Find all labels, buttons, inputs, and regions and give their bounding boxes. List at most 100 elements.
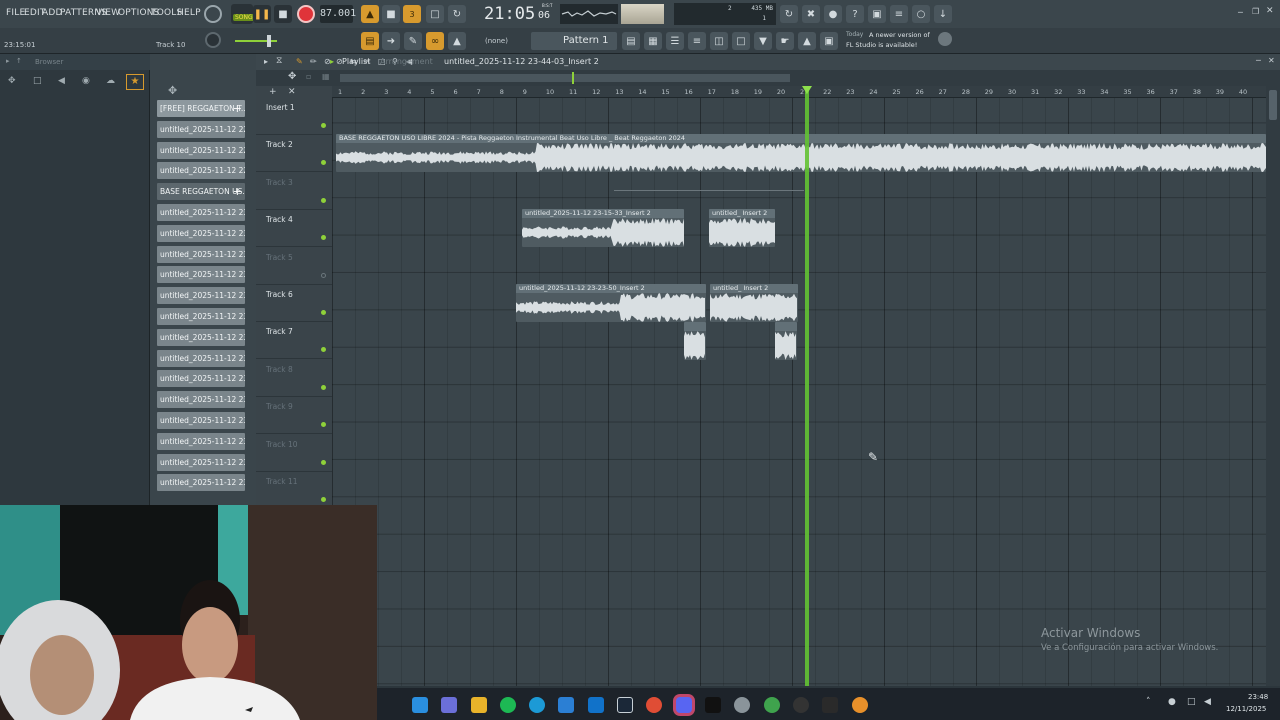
playlist-grid[interactable]: BASE REGGAETON USO LIBRE 2024 - Pista Re… xyxy=(332,86,1266,686)
clip-list-item[interactable]: untitled_2025-11-12 23-... xyxy=(157,453,245,471)
track-row[interactable]: Insert 1 xyxy=(256,98,332,135)
volume-icon[interactable]: ◀ xyxy=(1204,697,1211,707)
track-row[interactable]: Track 5 xyxy=(256,248,332,285)
track-mute-led[interactable] xyxy=(321,384,326,390)
taskbar-time[interactable]: 23:48 xyxy=(1248,693,1268,701)
browser-file-icon[interactable]: □ xyxy=(33,76,42,86)
edge-icon[interactable] xyxy=(529,697,545,713)
clip-list-item[interactable]: BASE REGGAETON US... + xyxy=(157,183,245,201)
clip-t6b[interactable]: untitled_ Insert 2 xyxy=(710,284,798,322)
clip-list-item[interactable]: untitled_2025-11-12 23-... xyxy=(157,328,245,346)
paint-tool-icon[interactable]: ✏ xyxy=(310,57,317,66)
track-name[interactable]: Insert 1 xyxy=(266,103,295,112)
channel-rack-icon[interactable]: ☰ xyxy=(666,32,684,50)
clip-list-item[interactable]: untitled_2025-11-12 23-... xyxy=(157,370,245,388)
mixer-icon[interactable]: ≡ xyxy=(890,5,908,23)
track-mute-led[interactable] xyxy=(321,272,326,278)
track-name[interactable]: Track 7 xyxy=(266,327,293,336)
add-clip-icon[interactable]: + xyxy=(233,183,242,200)
tiktok-icon[interactable] xyxy=(705,697,721,713)
epic-games-icon[interactable] xyxy=(822,697,838,713)
time-display[interactable]: 21:05 06 B:S:T xyxy=(480,2,555,26)
start-icon[interactable] xyxy=(412,697,428,713)
arrow-right-icon[interactable]: ➜ xyxy=(382,32,400,50)
pencil-icon[interactable]: ✎ xyxy=(404,32,422,50)
track-mute-led[interactable] xyxy=(321,197,326,203)
track-mute-led[interactable] xyxy=(321,310,326,315)
playlist-minimize-icon[interactable]: ─ xyxy=(1256,56,1261,65)
master-pitch-slider[interactable] xyxy=(235,35,277,47)
clip-list-item[interactable]: untitled_2025-11-12 23-... xyxy=(157,349,245,367)
scrollbar-thumb[interactable] xyxy=(1269,90,1277,120)
snap-none-label[interactable]: (none) xyxy=(485,37,508,45)
microphone-tray-icon[interactable]: ● xyxy=(1168,697,1176,707)
play-button[interactable]: ❚❚ xyxy=(253,5,271,23)
fl-studio-taskbar-icon[interactable] xyxy=(852,697,868,713)
track-mute-led[interactable] xyxy=(321,123,326,128)
download-icon[interactable]: ↓ xyxy=(934,5,952,23)
track-name[interactable]: Track 8 xyxy=(266,365,293,374)
browser-menu-icon[interactable]: ▸ xyxy=(6,57,10,65)
chat-icon[interactable]: ○ xyxy=(912,5,930,23)
taskbar-date[interactable]: 12/11/2025 xyxy=(1226,705,1266,713)
hat-icon[interactable]: ▲ xyxy=(798,32,816,50)
track-mute-led[interactable] xyxy=(321,347,326,353)
microphone-icon[interactable]: ● xyxy=(824,5,842,23)
timeline-ruler[interactable]: 1234567891011121314151617181920212223242… xyxy=(332,86,1266,98)
track-mute-led[interactable] xyxy=(321,422,326,428)
outlook-icon[interactable] xyxy=(588,697,604,713)
browser-expand-icon[interactable]: ✥ xyxy=(8,76,16,86)
track-row[interactable]: Track 8 xyxy=(256,360,332,397)
track-mute-led[interactable] xyxy=(321,459,326,465)
playlist-close-icon[interactable]: ✕ xyxy=(1268,56,1275,65)
close-icon[interactable]: ✕ xyxy=(1266,6,1274,16)
mixer-view-icon[interactable]: ≡ xyxy=(688,32,706,50)
chrome-profile-icon[interactable] xyxy=(764,697,780,713)
metronome-icon[interactable]: ▲ xyxy=(361,5,379,23)
playhead[interactable] xyxy=(805,86,809,686)
slider-handle[interactable] xyxy=(267,35,271,47)
app-icon[interactable] xyxy=(793,697,809,713)
clip-list-item[interactable]: untitled_2025-11-12 23-... xyxy=(157,432,245,450)
playlist-magnet-icon[interactable]: ⧖ xyxy=(276,56,282,66)
record-button[interactable] xyxy=(297,5,315,23)
store-app-icon[interactable] xyxy=(558,697,574,713)
track-name[interactable]: Track 11 xyxy=(266,477,298,486)
step-edit-icon[interactable]: □ xyxy=(426,5,444,23)
track-row[interactable]: Track 11 xyxy=(256,472,332,509)
browser-plugin-icon[interactable]: ◉ xyxy=(82,76,90,86)
clip-beat[interactable]: BASE REGGAETON USO LIBRE 2024 - Pista Re… xyxy=(336,134,1266,172)
clip-list-item[interactable]: untitled_2025-11-12 23-... xyxy=(157,287,245,305)
clip-list-item[interactable]: untitled_2025-11-12 22-... xyxy=(157,141,245,159)
pattern-song-toggle[interactable]: SONG xyxy=(231,4,255,24)
chrome-icon[interactable] xyxy=(646,697,662,713)
overview-move-icon[interactable]: ✥ xyxy=(288,71,296,82)
spotify-icon[interactable] xyxy=(500,697,516,713)
menu-file[interactable]: FILE xyxy=(6,8,25,18)
loop-record-icon[interactable]: ↻ xyxy=(448,5,466,23)
wait-input-icon[interactable]: ■ xyxy=(382,5,400,23)
draw-tool-icon[interactable]: ✎ xyxy=(296,57,303,66)
clip-list-item[interactable]: untitled_2025-11-12 23-... xyxy=(157,204,245,221)
tray-chevron-icon[interactable]: ˄ xyxy=(1146,697,1151,707)
news-line1[interactable]: A newer version of xyxy=(869,31,930,39)
settings-icon[interactable] xyxy=(734,697,750,713)
discord-icon[interactable] xyxy=(676,697,692,713)
track-row[interactable]: Track 6 xyxy=(256,285,332,322)
master-volume-knob[interactable] xyxy=(204,5,222,23)
track-name[interactable]: Track 10 xyxy=(266,440,298,449)
browser-speaker-icon[interactable]: ◀ xyxy=(58,76,65,86)
overview-grid-icon[interactable]: ▦ xyxy=(322,72,330,81)
track-name[interactable]: Track 4 xyxy=(266,215,293,224)
track-row[interactable]: Track 3 xyxy=(256,173,332,210)
touch-icon[interactable]: ☛ xyxy=(776,32,794,50)
stamp-icon[interactable]: ▲ xyxy=(448,32,466,50)
browser-cloud-icon[interactable]: ☁ xyxy=(106,76,115,86)
track-name[interactable]: Track 6 xyxy=(266,290,293,299)
add-track-icon[interactable]: + xyxy=(269,87,277,97)
clip-list-item[interactable]: untitled_2025-11-12 23-... xyxy=(157,474,245,492)
track-row[interactable]: Track 7 xyxy=(256,322,332,360)
track-mute-led[interactable] xyxy=(321,235,326,241)
news-line2[interactable]: FL Studio is available! xyxy=(846,41,917,49)
clip-list-item[interactable]: untitled_2025-11-12 22-... xyxy=(157,162,245,180)
